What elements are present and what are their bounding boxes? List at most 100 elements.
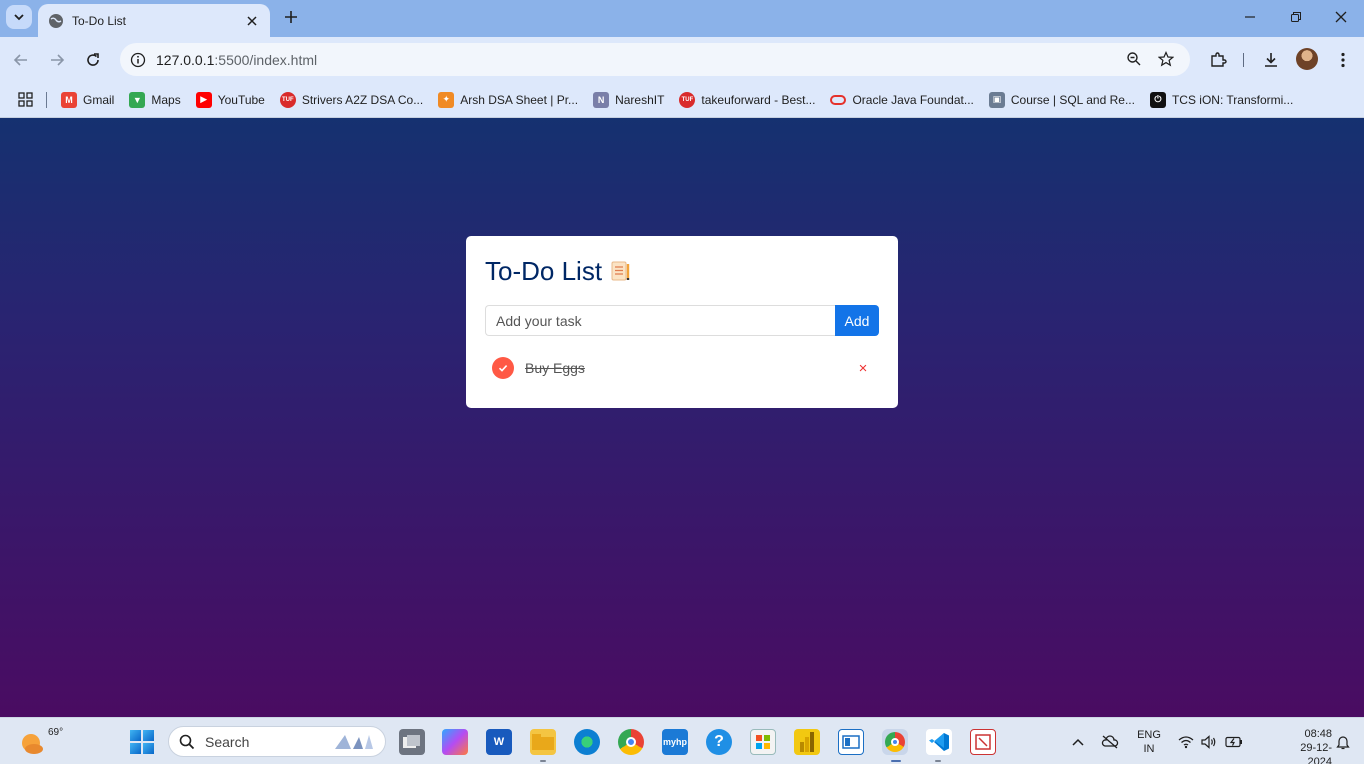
remove-task-icon[interactable]: ×: [855, 360, 871, 377]
task-text: Buy Eggs: [525, 360, 585, 376]
bookmark-label: Oracle Java Foundat...: [852, 92, 974, 107]
tcs-power-icon: ⏻: [1149, 91, 1166, 108]
clock[interactable]: 08:48 29-12-2024: [1282, 727, 1332, 764]
reload-icon: [87, 53, 99, 66]
bookmark-label: Strivers A2Z DSA Co...: [301, 92, 424, 107]
close-window-button[interactable]: [1318, 0, 1364, 34]
download-icon: [1265, 53, 1277, 67]
checked-circle-icon[interactable]: [492, 357, 514, 379]
snipping-tool-icon[interactable]: [970, 729, 996, 755]
chrome-active-icon[interactable]: [882, 729, 908, 755]
bookmark-item[interactable]: Oracle Java Foundat...: [830, 92, 974, 107]
back-button[interactable]: [7, 46, 35, 74]
bookmark-item[interactable]: TUF Strivers A2Z DSA Co...: [279, 91, 424, 108]
search-icon: [179, 734, 195, 749]
downloads-button[interactable]: [1257, 46, 1285, 74]
help-icon[interactable]: ?: [706, 729, 732, 755]
microsoft-store-icon[interactable]: [750, 729, 776, 755]
bookmarks-bar: M Gmail ▼ Maps ▶ YouTube TUF Strivers A2Z DSA C…: [0, 82, 1364, 118]
active-indicator: [891, 760, 901, 762]
arsh-icon: ✦: [438, 91, 455, 108]
weather-widget[interactable]: 69°: [18, 726, 63, 758]
volume-icon[interactable]: [1200, 733, 1218, 751]
bookmarks-separator: [46, 91, 47, 108]
language-indicator[interactable]: ENG IN: [1135, 728, 1163, 756]
menu-button[interactable]: [1329, 46, 1357, 74]
weather-temp: 69°: [48, 727, 64, 738]
plus-icon: [285, 11, 297, 23]
browser-tab-strip: To-Do List: [0, 0, 1364, 37]
region-code: IN: [1143, 743, 1155, 755]
chrome-icon[interactable]: [618, 729, 644, 755]
bookmark-label: TCS iON: Transformi...: [1171, 92, 1294, 107]
edge-icon[interactable]: [574, 729, 600, 755]
address-bar[interactable]: 127.0.0.1:5500/index.html: [120, 43, 1190, 76]
forward-arrow-icon: [51, 54, 65, 66]
onedrive-offline-icon[interactable]: [1101, 733, 1119, 751]
bookmark-item[interactable]: ⏻ TCS iON: Transformi...: [1149, 91, 1294, 108]
clock-date: 29-12-2024: [1300, 742, 1332, 764]
browser-tab-active[interactable]: To-Do List: [38, 4, 270, 37]
bookmark-label: Course | SQL and Re...: [1010, 92, 1135, 107]
course-icon: ▣: [988, 91, 1005, 108]
forward-button[interactable]: [43, 46, 71, 74]
windows-taskbar: 69° Search W myhp ? ENG IN 08:48 29-12-2…: [0, 717, 1364, 764]
zoom-icon[interactable]: [1122, 47, 1146, 71]
bookmark-item[interactable]: ▣ Course | SQL and Re...: [988, 91, 1135, 108]
bookmark-item[interactable]: TUF takeuforward - Best...: [679, 91, 815, 108]
apps-grid-icon[interactable]: [16, 91, 34, 109]
running-indicator: [540, 760, 546, 762]
start-button[interactable]: [130, 730, 154, 754]
running-indicator: [935, 760, 941, 762]
bookmark-star-icon[interactable]: [1154, 47, 1178, 71]
tab-search-button[interactable]: [6, 5, 32, 29]
bookmark-item[interactable]: ▶ YouTube: [195, 91, 265, 108]
todo-card: To-Do List Add Buy Eggs ×: [466, 236, 898, 408]
back-arrow-icon: [13, 54, 27, 66]
file-explorer-icon[interactable]: [530, 729, 556, 755]
taskbar-search-label: Search: [205, 733, 250, 750]
site-info-icon[interactable]: [126, 48, 150, 72]
nareshit-icon: N: [593, 91, 610, 108]
profile-avatar[interactable]: [1296, 48, 1318, 70]
add-task-button[interactable]: Add: [835, 305, 879, 336]
myhp-icon[interactable]: myhp: [662, 729, 688, 755]
wifi-icon[interactable]: [1177, 733, 1195, 751]
power-bi-icon[interactable]: [794, 729, 820, 755]
word-icon[interactable]: W: [486, 729, 512, 755]
app-title-text: To-Do List: [485, 255, 603, 286]
task-view-icon[interactable]: [399, 729, 425, 755]
restore-button[interactable]: [1273, 0, 1319, 34]
taskbar-search[interactable]: Search: [168, 726, 386, 757]
new-tab-button[interactable]: [281, 7, 301, 27]
reload-button[interactable]: [79, 46, 107, 74]
app-title: To-Do List: [485, 256, 879, 286]
show-hidden-icons-chevron-icon[interactable]: [1069, 733, 1087, 751]
chevron-down-icon: [14, 14, 24, 21]
extensions-button[interactable]: [1204, 46, 1232, 74]
battery-charging-icon[interactable]: [1225, 733, 1243, 751]
tab-close-icon[interactable]: [244, 13, 260, 29]
maps-icon: ▼: [129, 91, 146, 108]
youtube-icon: ▶: [195, 91, 212, 108]
task-input[interactable]: [485, 305, 835, 336]
vscode-icon[interactable]: [926, 729, 952, 755]
task-input-row: Add: [485, 305, 879, 336]
language-code: ENG: [1137, 729, 1161, 741]
bookmark-label: YouTube: [217, 92, 265, 107]
tab-title: To-Do List: [72, 13, 127, 28]
puzzle-icon: [1211, 52, 1227, 67]
minimize-button[interactable]: [1227, 0, 1273, 34]
notifications-bell-icon[interactable]: [1334, 733, 1352, 751]
reader-app-icon[interactable]: [838, 729, 864, 755]
task-item[interactable]: Buy Eggs ×: [485, 353, 879, 383]
bookmark-item[interactable]: ✦ Arsh DSA Sheet | Pr...: [438, 91, 578, 108]
bookmark-label: Gmail: [83, 92, 115, 107]
bookmark-item[interactable]: N NareshIT: [593, 91, 664, 108]
weather-moon-cloud-icon: [22, 734, 43, 754]
bookmark-item[interactable]: ▼ Maps: [129, 91, 181, 108]
bookmark-item[interactable]: M Gmail: [61, 91, 115, 108]
oracle-icon: [830, 94, 847, 105]
bookmarks-list: M Gmail ▼ Maps ▶ YouTube TUF Strivers A2Z DSA C…: [61, 91, 1308, 108]
copilot-icon[interactable]: [442, 729, 468, 755]
